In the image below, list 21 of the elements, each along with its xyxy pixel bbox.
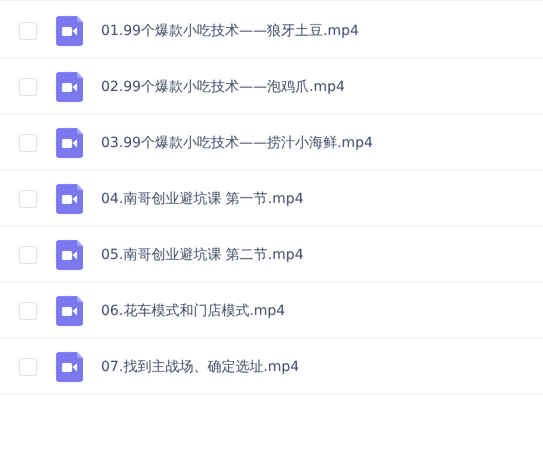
video-file-icon [56, 240, 83, 270]
file-name[interactable]: 06.花车模式和门店模式.mp4 [101, 302, 286, 320]
video-file-icon [56, 352, 83, 382]
file-name[interactable]: 05.南哥创业避坑课 第二节.mp4 [101, 246, 304, 264]
video-file-icon [56, 16, 83, 46]
video-file-icon [56, 184, 83, 214]
file-name[interactable]: 01.99个爆款小吃技术——狼牙土豆.mp4 [101, 22, 359, 40]
file-name[interactable]: 07.找到主战场、确定选址.mp4 [101, 358, 300, 376]
checkbox[interactable] [19, 358, 37, 376]
checkbox[interactable] [19, 302, 37, 320]
checkbox[interactable] [19, 78, 37, 96]
checkbox[interactable] [19, 134, 37, 152]
checkbox[interactable] [19, 22, 37, 40]
file-name[interactable]: 03.99个爆款小吃技术——捞汁小海鲜.mp4 [101, 134, 373, 152]
file-name[interactable]: 04.南哥创业避坑课 第一节.mp4 [101, 190, 304, 208]
file-name[interactable]: 02.99个爆款小吃技术——泡鸡爪.mp4 [101, 78, 345, 96]
video-file-icon [56, 128, 83, 158]
checkbox[interactable] [19, 246, 37, 264]
video-file-icon [56, 72, 83, 102]
checkbox[interactable] [19, 190, 37, 208]
video-file-icon [56, 296, 83, 326]
